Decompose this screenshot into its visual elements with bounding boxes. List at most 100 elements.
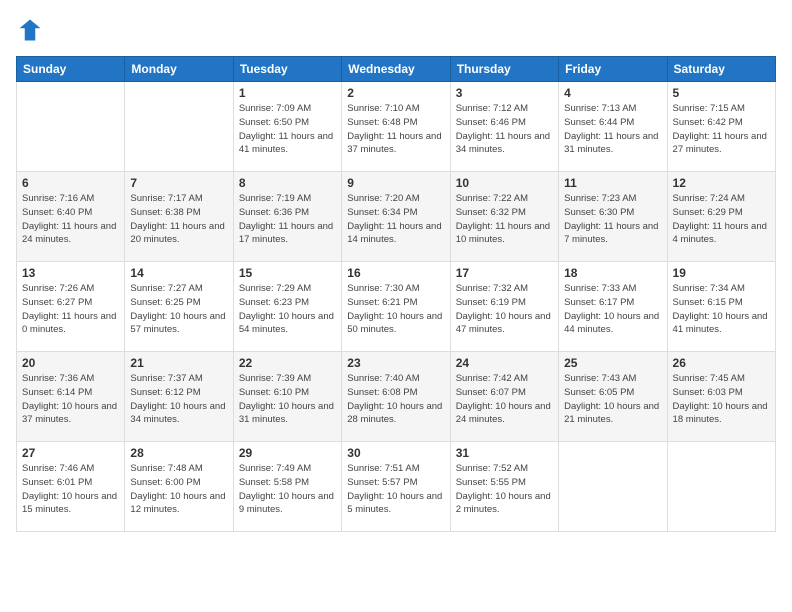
- calendar-cell: 16 Sunrise: 7:30 AM Sunset: 6:21 PM Dayli…: [342, 262, 450, 352]
- day-info: Sunrise: 7:32 AM Sunset: 6:19 PM Dayligh…: [456, 282, 553, 337]
- day-info: Sunrise: 7:36 AM Sunset: 6:14 PM Dayligh…: [22, 372, 119, 427]
- calendar-cell: 26 Sunrise: 7:45 AM Sunset: 6:03 PM Dayli…: [667, 352, 775, 442]
- day-number: 21: [130, 356, 227, 370]
- day-number: 29: [239, 446, 336, 460]
- calendar-cell: 25Sunrise: 7:43 AM Sunset: 6:05 PM Dayli…: [559, 352, 667, 442]
- calendar-cell: [125, 82, 233, 172]
- calendar-cell: 20 Sunrise: 7:36 AM Sunset: 6:14 PM Dayli…: [17, 352, 125, 442]
- day-info: Sunrise: 7:45 AM Sunset: 6:03 PM Dayligh…: [673, 372, 770, 427]
- day-number: 4: [564, 86, 661, 100]
- day-info: Sunrise: 7:23 AM Sunset: 6:30 PM Dayligh…: [564, 192, 661, 247]
- calendar-cell: 12 Sunrise: 7:24 AM Sunset: 6:29 PM Dayli…: [667, 172, 775, 262]
- calendar-cell: 17 Sunrise: 7:32 AM Sunset: 6:19 PM Dayli…: [450, 262, 558, 352]
- day-info: Sunrise: 7:46 AM Sunset: 6:01 PM Dayligh…: [22, 462, 119, 517]
- dow-header-wednesday: Wednesday: [342, 57, 450, 82]
- day-number: 12: [673, 176, 770, 190]
- day-number: 5: [673, 86, 770, 100]
- day-number: 23: [347, 356, 444, 370]
- day-number: 18: [564, 266, 661, 280]
- calendar-cell: 22Sunrise: 7:39 AM Sunset: 6:10 PM Dayli…: [233, 352, 341, 442]
- dow-header-thursday: Thursday: [450, 57, 558, 82]
- calendar-body: 1 Sunrise: 7:09 AM Sunset: 6:50 PM Daylig…: [17, 82, 776, 532]
- day-info: Sunrise: 7:15 AM Sunset: 6:42 PM Dayligh…: [673, 102, 770, 157]
- day-number: 7: [130, 176, 227, 190]
- day-number: 9: [347, 176, 444, 190]
- calendar-cell: 13Sunrise: 7:26 AM Sunset: 6:27 PM Dayli…: [17, 262, 125, 352]
- day-number: 17: [456, 266, 553, 280]
- day-info: Sunrise: 7:09 AM Sunset: 6:50 PM Dayligh…: [239, 102, 336, 157]
- dow-header-monday: Monday: [125, 57, 233, 82]
- day-info: Sunrise: 7:51 AM Sunset: 5:57 PM Dayligh…: [347, 462, 444, 517]
- day-info: Sunrise: 7:27 AM Sunset: 6:25 PM Dayligh…: [130, 282, 227, 337]
- calendar-cell: 2Sunrise: 7:10 AM Sunset: 6:48 PM Daylig…: [342, 82, 450, 172]
- day-info: Sunrise: 7:24 AM Sunset: 6:29 PM Dayligh…: [673, 192, 770, 247]
- logo-icon: [16, 16, 44, 44]
- calendar-cell: 18 Sunrise: 7:33 AM Sunset: 6:17 PM Dayli…: [559, 262, 667, 352]
- day-info: Sunrise: 7:40 AM Sunset: 6:08 PM Dayligh…: [347, 372, 444, 427]
- day-info: Sunrise: 7:39 AM Sunset: 6:10 PM Dayligh…: [239, 372, 336, 427]
- calendar-cell: 6 Sunrise: 7:16 AM Sunset: 6:40 PM Daylig…: [17, 172, 125, 262]
- page-header: [16, 16, 776, 44]
- day-info: Sunrise: 7:20 AM Sunset: 6:34 PM Dayligh…: [347, 192, 444, 247]
- calendar-cell: 27 Sunrise: 7:46 AM Sunset: 6:01 PM Dayli…: [17, 442, 125, 532]
- week-row-5: 27 Sunrise: 7:46 AM Sunset: 6:01 PM Dayli…: [17, 442, 776, 532]
- calendar-cell: 29 Sunrise: 7:49 AM Sunset: 5:58 PM Dayli…: [233, 442, 341, 532]
- day-number: 11: [564, 176, 661, 190]
- day-info: Sunrise: 7:19 AM Sunset: 6:36 PM Dayligh…: [239, 192, 336, 247]
- day-number: 27: [22, 446, 119, 460]
- day-number: 28: [130, 446, 227, 460]
- calendar-cell: 8 Sunrise: 7:19 AM Sunset: 6:36 PM Daylig…: [233, 172, 341, 262]
- calendar-cell: [667, 442, 775, 532]
- day-number: 31: [456, 446, 553, 460]
- calendar-cell: 30Sunrise: 7:51 AM Sunset: 5:57 PM Dayli…: [342, 442, 450, 532]
- calendar-cell: 21 Sunrise: 7:37 AM Sunset: 6:12 PM Dayli…: [125, 352, 233, 442]
- day-info: Sunrise: 7:49 AM Sunset: 5:58 PM Dayligh…: [239, 462, 336, 517]
- day-number: 26: [673, 356, 770, 370]
- days-of-week-row: SundayMondayTuesdayWednesdayThursdayFrid…: [17, 57, 776, 82]
- day-info: Sunrise: 7:42 AM Sunset: 6:07 PM Dayligh…: [456, 372, 553, 427]
- calendar-cell: 19 Sunrise: 7:34 AM Sunset: 6:15 PM Dayli…: [667, 262, 775, 352]
- dow-header-sunday: Sunday: [17, 57, 125, 82]
- calendar-cell: 23 Sunrise: 7:40 AM Sunset: 6:08 PM Dayli…: [342, 352, 450, 442]
- day-info: Sunrise: 7:22 AM Sunset: 6:32 PM Dayligh…: [456, 192, 553, 247]
- day-number: 19: [673, 266, 770, 280]
- day-number: 16: [347, 266, 444, 280]
- calendar-cell: 9 Sunrise: 7:20 AM Sunset: 6:34 PM Daylig…: [342, 172, 450, 262]
- day-info: Sunrise: 7:12 AM Sunset: 6:46 PM Dayligh…: [456, 102, 553, 157]
- dow-header-saturday: Saturday: [667, 57, 775, 82]
- calendar-cell: 7 Sunrise: 7:17 AM Sunset: 6:38 PM Daylig…: [125, 172, 233, 262]
- day-number: 3: [456, 86, 553, 100]
- day-info: Sunrise: 7:26 AM Sunset: 6:27 PM Dayligh…: [22, 282, 119, 337]
- day-number: 1: [239, 86, 336, 100]
- day-info: Sunrise: 7:17 AM Sunset: 6:38 PM Dayligh…: [130, 192, 227, 247]
- calendar-cell: 5 Sunrise: 7:15 AM Sunset: 6:42 PM Daylig…: [667, 82, 775, 172]
- day-info: Sunrise: 7:52 AM Sunset: 5:55 PM Dayligh…: [456, 462, 553, 517]
- day-number: 6: [22, 176, 119, 190]
- week-row-1: 1 Sunrise: 7:09 AM Sunset: 6:50 PM Daylig…: [17, 82, 776, 172]
- day-info: Sunrise: 7:10 AM Sunset: 6:48 PM Dayligh…: [347, 102, 444, 157]
- day-number: 8: [239, 176, 336, 190]
- day-number: 24: [456, 356, 553, 370]
- day-info: Sunrise: 7:13 AM Sunset: 6:44 PM Dayligh…: [564, 102, 661, 157]
- calendar-cell: [17, 82, 125, 172]
- day-info: Sunrise: 7:48 AM Sunset: 6:00 PM Dayligh…: [130, 462, 227, 517]
- day-number: 14: [130, 266, 227, 280]
- calendar-cell: 4 Sunrise: 7:13 AM Sunset: 6:44 PM Daylig…: [559, 82, 667, 172]
- dow-header-tuesday: Tuesday: [233, 57, 341, 82]
- day-number: 10: [456, 176, 553, 190]
- calendar-table: SundayMondayTuesdayWednesdayThursdayFrid…: [16, 56, 776, 532]
- day-number: 20: [22, 356, 119, 370]
- day-number: 25: [564, 356, 661, 370]
- calendar-cell: 11 Sunrise: 7:23 AM Sunset: 6:30 PM Dayli…: [559, 172, 667, 262]
- day-info: Sunrise: 7:16 AM Sunset: 6:40 PM Dayligh…: [22, 192, 119, 247]
- day-info: Sunrise: 7:34 AM Sunset: 6:15 PM Dayligh…: [673, 282, 770, 337]
- week-row-4: 20 Sunrise: 7:36 AM Sunset: 6:14 PM Dayli…: [17, 352, 776, 442]
- day-info: Sunrise: 7:30 AM Sunset: 6:21 PM Dayligh…: [347, 282, 444, 337]
- week-row-2: 6 Sunrise: 7:16 AM Sunset: 6:40 PM Daylig…: [17, 172, 776, 262]
- dow-header-friday: Friday: [559, 57, 667, 82]
- day-info: Sunrise: 7:37 AM Sunset: 6:12 PM Dayligh…: [130, 372, 227, 427]
- calendar-cell: 28 Sunrise: 7:48 AM Sunset: 6:00 PM Dayli…: [125, 442, 233, 532]
- calendar-cell: [559, 442, 667, 532]
- calendar-cell: 14 Sunrise: 7:27 AM Sunset: 6:25 PM Dayli…: [125, 262, 233, 352]
- day-info: Sunrise: 7:33 AM Sunset: 6:17 PM Dayligh…: [564, 282, 661, 337]
